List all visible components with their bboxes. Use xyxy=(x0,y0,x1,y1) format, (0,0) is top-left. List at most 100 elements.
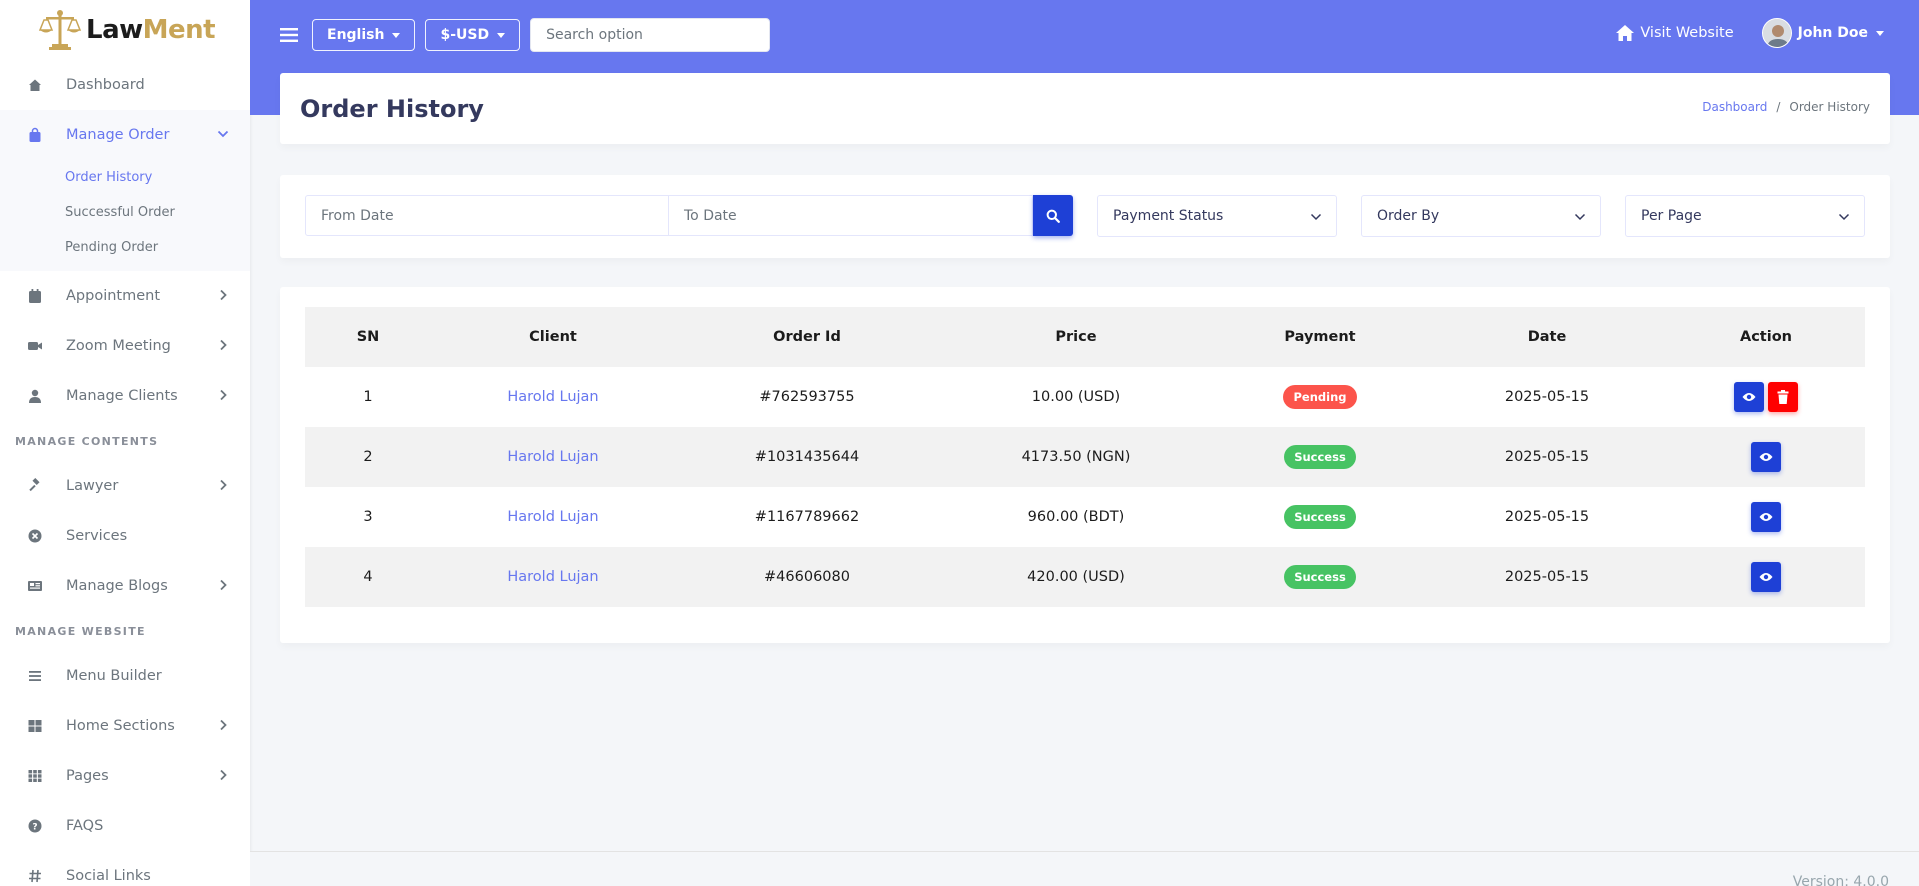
filter-card: From Date To Date Payment Status Order B… xyxy=(280,175,1890,258)
chevron-right-icon xyxy=(220,479,227,491)
sidebar-item-label: Manage Blogs xyxy=(66,578,168,594)
cell-order-id: #1031435644 xyxy=(675,427,939,487)
manage-order-submenu: Order History Successful Order Pending O… xyxy=(0,160,250,271)
sidebar-item-label: Zoom Meeting xyxy=(66,338,171,354)
chevron-down-icon xyxy=(1310,213,1322,221)
breadcrumb-dashboard-link[interactable]: Dashboard xyxy=(1702,100,1767,114)
sidebar-subitem-order-history[interactable]: Order History xyxy=(0,160,250,195)
view-button[interactable] xyxy=(1751,562,1781,592)
view-button[interactable] xyxy=(1751,442,1781,472)
sidebar-item-label: Manage Clients xyxy=(66,388,178,404)
chevron-right-icon xyxy=(220,769,227,781)
sidebar-item-label: Social Links xyxy=(66,868,151,884)
sidebar-item-appointment[interactable]: Appointment xyxy=(0,271,250,321)
cell-order-id: #762593755 xyxy=(759,389,855,405)
visit-website-link[interactable]: Visit Website xyxy=(1615,24,1734,42)
shopping-bag-icon xyxy=(27,127,43,143)
language-dropdown[interactable]: English xyxy=(312,19,416,51)
brand-logo[interactable]: LawMent xyxy=(0,0,250,60)
sidebar-item-social-links[interactable]: Social Links xyxy=(0,851,250,886)
client-link[interactable]: Harold Lujan xyxy=(507,569,598,585)
sidebar-item-label: Home Sections xyxy=(66,718,175,734)
cell-price: 960.00 (BDT) xyxy=(1027,509,1125,525)
view-button[interactable] xyxy=(1751,502,1781,532)
table-row: 2 Harold Lujan #1031435644 4173.50 (NGN)… xyxy=(305,427,1865,487)
cell-price: 420.00 (USD) xyxy=(939,547,1213,607)
home-icon xyxy=(1616,25,1635,41)
currency-dropdown[interactable]: $-USD xyxy=(425,19,521,51)
sidebar-item-zoom-meeting[interactable]: Zoom Meeting xyxy=(0,321,250,371)
orders-table-card: SN Client Order Id Price Payment Date Ac… xyxy=(280,287,1890,643)
view-button[interactable] xyxy=(1734,382,1764,412)
caret-down-icon xyxy=(497,32,506,38)
eye-icon xyxy=(1759,573,1773,581)
question-circle-icon: ? xyxy=(27,818,43,834)
sidebar-item-services[interactable]: Services xyxy=(0,511,250,561)
chevron-down-icon xyxy=(1838,213,1850,221)
cell-sn: 4 xyxy=(305,547,431,607)
column-header-date: Date xyxy=(1427,307,1667,367)
grid-icon xyxy=(27,718,43,734)
gavel-icon xyxy=(27,478,43,494)
sidebar-item-home-sections[interactable]: Home Sections xyxy=(0,701,250,751)
order-by-select[interactable]: Order By xyxy=(1361,195,1601,237)
cell-price: 10.00 (USD) xyxy=(1031,389,1121,405)
fire-icon xyxy=(27,77,43,93)
sidebar-item-label: FAQS xyxy=(66,818,104,834)
column-header-client: Client xyxy=(431,307,675,367)
chevron-right-icon xyxy=(220,339,227,351)
hamburger-menu-icon[interactable] xyxy=(280,27,298,43)
column-header-order-id: Order Id xyxy=(675,307,939,367)
delete-button[interactable] xyxy=(1768,382,1798,412)
chevron-right-icon xyxy=(220,579,227,591)
sidebar-subitem-pending-order[interactable]: Pending Order xyxy=(0,230,250,265)
eye-icon xyxy=(1742,393,1756,401)
cell-sn: 3 xyxy=(363,509,373,525)
top-navbar: English $-USD Search option Visit Websit… xyxy=(250,0,1919,70)
video-camera-icon xyxy=(27,338,43,354)
cell-order-id: #46606080 xyxy=(675,547,939,607)
chevron-right-icon xyxy=(220,719,227,731)
search-input[interactable]: Search option xyxy=(530,18,771,52)
newspaper-icon xyxy=(27,578,43,594)
client-link[interactable]: Harold Lujan xyxy=(507,389,598,405)
sidebar-item-menu-builder[interactable]: Menu Builder xyxy=(0,651,250,701)
sidebar-item-label: Menu Builder xyxy=(66,668,162,684)
user-menu-dropdown[interactable]: John Doe xyxy=(1761,18,1884,48)
search-button[interactable] xyxy=(1033,195,1073,236)
bars-icon xyxy=(27,668,43,684)
section-header: Order History Dashboard / Order History xyxy=(280,73,1890,144)
orders-table: SN Client Order Id Price Payment Date Ac… xyxy=(305,307,1865,607)
sidebar-item-label: Dashboard xyxy=(66,77,145,93)
client-link[interactable]: Harold Lujan xyxy=(507,509,598,525)
cell-sn: 2 xyxy=(305,427,431,487)
sidebar-item-manage-order[interactable]: Manage Order xyxy=(0,110,250,160)
circle-x-icon xyxy=(27,528,43,544)
sidebar-item-faqs[interactable]: ? FAQS xyxy=(0,801,250,851)
footer: Version: 4.0.0 xyxy=(250,851,1919,886)
sidebar: LawMent Dashboard Manage Order Order His… xyxy=(0,0,250,886)
sidebar-item-dashboard[interactable]: Dashboard xyxy=(0,60,250,110)
sidebar-item-pages[interactable]: Pages xyxy=(0,751,250,801)
sidebar-item-lawyer[interactable]: Lawyer xyxy=(0,461,250,511)
status-badge: Success xyxy=(1284,445,1356,469)
column-header-price: Price xyxy=(939,307,1213,367)
chevron-down-icon xyxy=(217,130,229,138)
sidebar-item-manage-blogs[interactable]: Manage Blogs xyxy=(0,561,250,611)
cell-date: 2025-05-15 xyxy=(1504,389,1590,405)
per-page-select[interactable]: Per Page xyxy=(1625,195,1865,237)
status-badge: Pending xyxy=(1283,385,1357,409)
to-date-input[interactable]: To Date xyxy=(669,195,1033,236)
user-name: John Doe xyxy=(1797,25,1868,41)
th-icon xyxy=(27,768,43,784)
sidebar-item-manage-clients[interactable]: Manage Clients xyxy=(0,371,250,421)
page-title: Order History xyxy=(300,95,484,123)
from-date-input[interactable]: From Date xyxy=(305,195,669,236)
table-row: 1 Harold Lujan #762593755 10.00 (USD) Pe… xyxy=(305,367,1865,427)
sidebar-subitem-successful-order[interactable]: Successful Order xyxy=(0,195,250,230)
client-link[interactable]: Harold Lujan xyxy=(507,449,598,465)
order-by-label: Order By xyxy=(1377,208,1440,224)
payment-status-select[interactable]: Payment Status xyxy=(1097,195,1337,237)
cell-date: 2025-05-15 xyxy=(1427,427,1667,487)
topbar-right: Visit Website John Doe xyxy=(1615,18,1884,48)
